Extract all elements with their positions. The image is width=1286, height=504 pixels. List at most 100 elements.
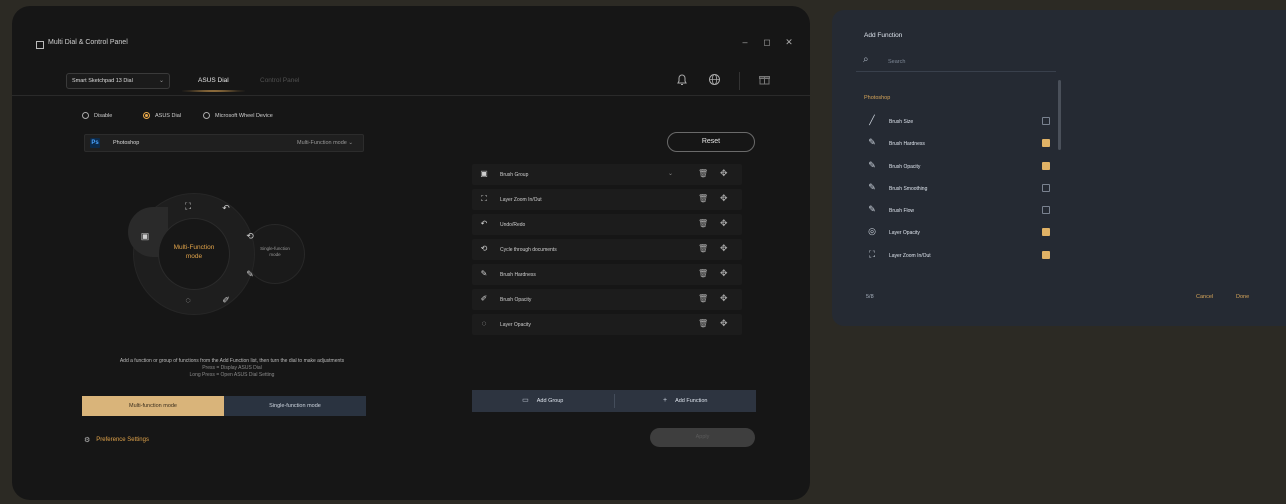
radio-label: Disable xyxy=(94,112,113,119)
drag-handle-icon[interactable]: ✥ xyxy=(720,193,728,204)
drag-handle-icon[interactable]: ✥ xyxy=(720,243,728,254)
function-row[interactable]: ◌ Layer Opacity 🗑 ✥ xyxy=(472,314,742,335)
maximize-button[interactable]: ◻ xyxy=(762,37,772,48)
bell-icon[interactable] xyxy=(676,73,688,89)
list-item[interactable]: ✎ Brush Smoothing xyxy=(862,177,1052,199)
radio-asus-dial[interactable]: ASUS Dial xyxy=(143,112,181,119)
cancel-button[interactable]: Cancel xyxy=(1196,294,1213,300)
search-input[interactable]: ⌕ Search xyxy=(856,50,1056,72)
add-function-panel: Add Function ⌕ Search Photoshop ╱ Brush … xyxy=(832,10,1286,326)
globe-icon[interactable] xyxy=(708,73,721,89)
selection-count: 5/8 xyxy=(866,294,874,300)
checkbox[interactable] xyxy=(1042,117,1050,125)
trash-icon[interactable]: 🗑 xyxy=(698,219,708,228)
function-row[interactable]: ⟲ Cycle through documents 🗑 ✥ xyxy=(472,239,742,260)
cycle-icon[interactable]: ⟲ xyxy=(244,231,256,242)
checkbox[interactable] xyxy=(1042,206,1050,215)
chevron-down-icon: ⌄ xyxy=(158,78,164,84)
radio-button[interactable] xyxy=(203,112,210,119)
app-title: Multi Dial & Control Panel xyxy=(48,39,128,46)
cycle-icon: ⟲ xyxy=(480,244,488,253)
brush-group-icon[interactable]: ▣ xyxy=(139,231,151,242)
preference-settings-label: Preference Settings xyxy=(96,437,149,443)
sliders-icon: ⚙ xyxy=(84,437,91,444)
search-icon: ⌕ xyxy=(863,54,869,65)
minimize-button[interactable]: ‒ xyxy=(740,37,750,47)
function-label: Layer Opacity xyxy=(500,322,531,328)
drag-handle-icon[interactable]: ✥ xyxy=(720,218,728,229)
device-select[interactable]: Smart Sketchpad 13 Dial ⌄ xyxy=(66,73,170,89)
list-item[interactable]: ✎ Brush Flow xyxy=(862,199,1052,221)
function-label: Layer Zoom In/Out xyxy=(500,197,542,203)
brush-hardness-icon[interactable]: ✎ xyxy=(244,269,256,280)
dial-center-line1: Multi-Function xyxy=(173,244,215,251)
close-button[interactable]: ✕ xyxy=(784,37,794,48)
list-item[interactable]: ╱ Brush Size xyxy=(862,110,1052,132)
add-group-button[interactable]: ▭ Add Group xyxy=(472,390,614,412)
list-item[interactable]: ◎ Layer Opacity xyxy=(862,221,1052,243)
trash-icon[interactable]: 🗑 xyxy=(698,269,708,278)
function-row[interactable]: ✎ Brush Hardness 🗑 ✥ xyxy=(472,264,742,285)
apply-button[interactable]: Apply xyxy=(650,428,755,447)
function-row[interactable]: ▣ Brush Group ⌄ 🗑 ✥ xyxy=(472,164,742,185)
trash-icon[interactable]: 🗑 xyxy=(698,169,708,178)
layer-opacity-icon[interactable]: ◌ xyxy=(182,295,194,305)
list-item[interactable]: ✎ Brush Hardness xyxy=(862,132,1052,154)
reset-button[interactable]: Reset xyxy=(667,132,755,152)
function-row[interactable]: ↶ Undo/Redo 🗑 ✥ xyxy=(472,214,742,235)
checkbox[interactable] xyxy=(1042,183,1050,192)
zoom-icon[interactable]: ⛶ xyxy=(182,201,194,212)
function-label: Brush Opacity xyxy=(500,297,532,303)
add-function-button[interactable]: + Add Function xyxy=(615,390,757,412)
list-item-label: Brush Flow xyxy=(889,208,915,215)
undo-icon[interactable]: ↶ xyxy=(220,203,232,214)
header-divider xyxy=(739,72,740,90)
list-item[interactable]: ✎ Brush Opacity xyxy=(862,155,1052,177)
layer-icon: ◎ xyxy=(868,226,876,237)
trash-icon[interactable]: 🗑 xyxy=(698,244,708,253)
trash-icon[interactable]: 🗑 xyxy=(698,194,708,203)
app-mode-select[interactable]: Multi-Function mode ⌄ xyxy=(297,140,353,146)
dial-settings-window: Multi Dial & Control Panel ‒ ◻ ✕ Smart S… xyxy=(12,6,810,500)
scrollbar[interactable] xyxy=(1058,80,1061,150)
drag-handle-icon[interactable]: ✥ xyxy=(720,318,728,329)
brush-opacity-icon[interactable]: ✐ xyxy=(220,295,232,306)
function-list: ▣ Brush Group ⌄ 🗑 ✥ ⛶ Layer Zoom In/Out … xyxy=(472,164,742,339)
function-label: Cycle through documents xyxy=(500,247,557,253)
zoom-icon: ⛶ xyxy=(481,194,487,203)
tab-control-panel[interactable]: Control Panel xyxy=(260,77,299,84)
undo-icon: ↶ xyxy=(480,219,488,228)
zoom-icon: ⛶ xyxy=(868,248,876,259)
radio-disable[interactable]: Disable xyxy=(82,112,112,119)
radio-label: Microsoft Wheel Device xyxy=(215,112,273,119)
single-function-mode-button[interactable]: Single-function mode xyxy=(224,396,366,416)
radio-button[interactable] xyxy=(82,112,89,119)
app-selector[interactable]: Ps Photoshop Multi-Function mode ⌄ xyxy=(84,134,364,152)
mode-toggle: Multi-function mode Single-function mode xyxy=(82,396,366,416)
folder-icon: ▭ xyxy=(522,397,529,404)
function-row[interactable]: ⛶ Layer Zoom In/Out 🗑 ✥ xyxy=(472,189,742,210)
checkbox-checked[interactable] xyxy=(1042,161,1050,170)
trash-icon[interactable]: 🗑 xyxy=(698,294,708,303)
gift-icon[interactable] xyxy=(758,73,771,89)
function-label: Brush Hardness xyxy=(500,272,536,278)
trash-icon[interactable]: 🗑 xyxy=(698,319,708,328)
multi-function-mode-button[interactable]: Multi-function mode xyxy=(82,396,224,416)
list-item[interactable]: ⛶ Layer Zoom In/Out xyxy=(862,244,1052,266)
chevron-down-icon[interactable]: ⌄ xyxy=(668,170,673,177)
list-item-label: Brush Opacity xyxy=(889,163,921,170)
checkbox-checked[interactable] xyxy=(1042,228,1050,237)
checkbox-checked[interactable] xyxy=(1042,250,1050,259)
function-row[interactable]: ✐ Brush Opacity 🗑 ✥ xyxy=(472,289,742,310)
drag-handle-icon[interactable]: ✥ xyxy=(720,168,728,179)
done-button[interactable]: Done xyxy=(1236,294,1249,300)
radio-microsoft-wheel[interactable]: Microsoft Wheel Device xyxy=(203,112,273,119)
tab-asus-dial[interactable]: ASUS Dial xyxy=(182,77,245,92)
drag-handle-icon[interactable]: ✥ xyxy=(720,293,728,304)
preference-settings-link[interactable]: ⚙ Preference Settings xyxy=(84,436,149,444)
dial-center-line2: mode xyxy=(185,253,203,260)
drag-handle-icon[interactable]: ✥ xyxy=(720,268,728,279)
radio-button-selected[interactable] xyxy=(143,112,150,119)
checkbox-checked[interactable] xyxy=(1042,139,1050,148)
app-logo-icon xyxy=(36,41,44,49)
